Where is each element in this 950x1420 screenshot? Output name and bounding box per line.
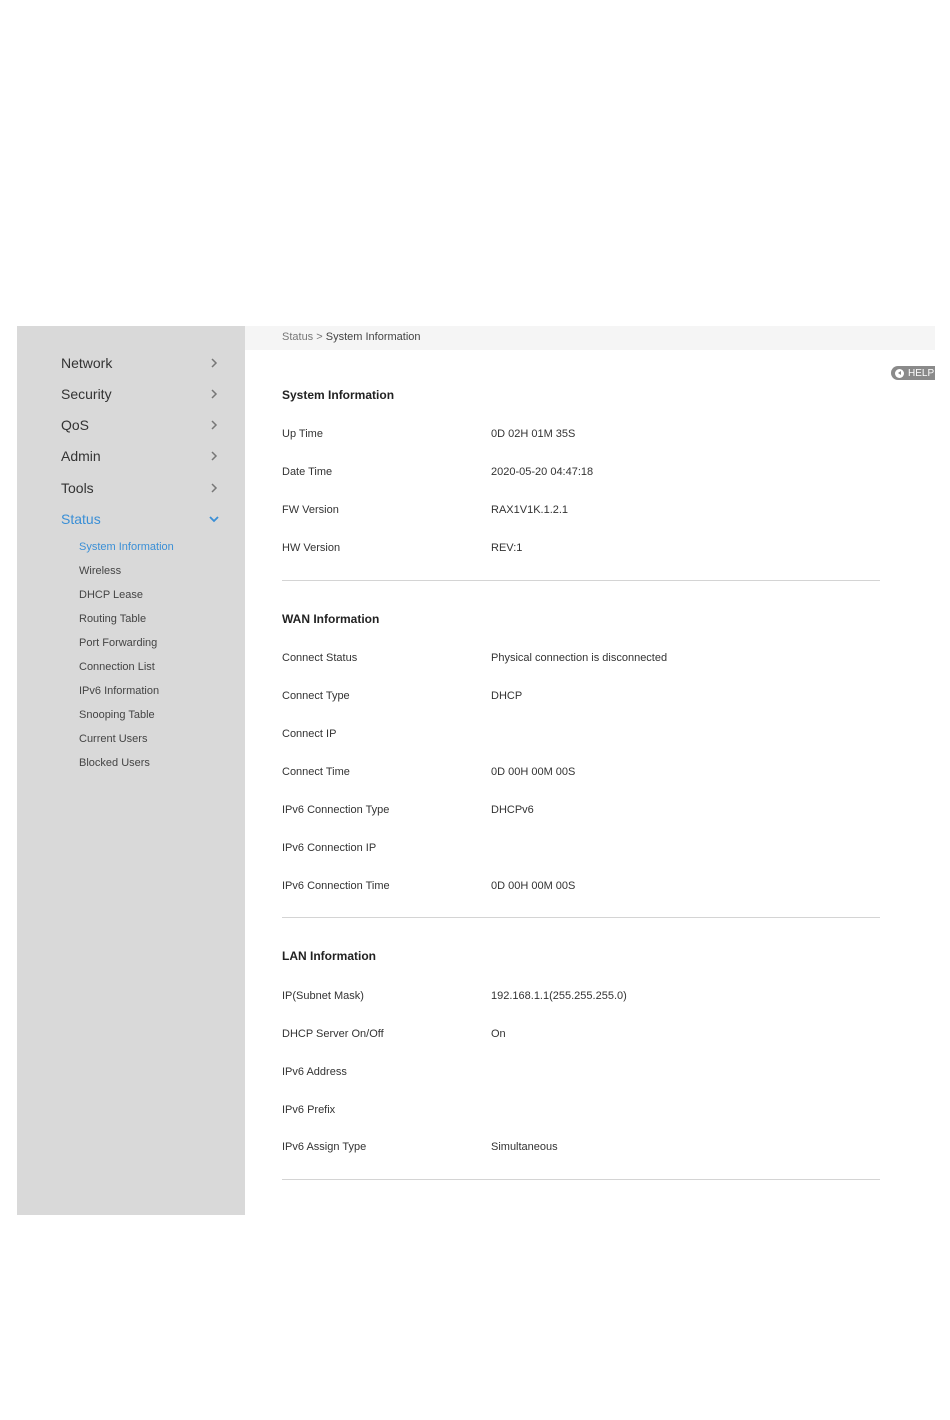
row-value: 0D 00H 00M 00S — [491, 880, 576, 892]
section-divider — [282, 1179, 880, 1180]
row-value: DHCP — [491, 690, 523, 702]
row-value: 2020-05-20 04:47:18 — [491, 466, 594, 478]
sidebar: Network Security QoS Admin Tools Status … — [17, 326, 245, 1215]
sub-ipv6-information[interactable]: IPv6 Information — [79, 683, 159, 699]
chevron-right-icon — [207, 387, 221, 401]
sub-connection-list[interactable]: Connection List — [79, 659, 155, 675]
sub-port-forwarding[interactable]: Port Forwarding — [79, 635, 157, 651]
nav-label: QoS — [61, 417, 90, 433]
row-label: Up Time — [282, 428, 323, 440]
sub-routing-table[interactable]: Routing Table — [79, 611, 146, 627]
breadcrumb-bar: Status > System Information — [245, 326, 935, 350]
sub-blocked-users[interactable]: Blocked Users — [79, 755, 150, 771]
breadcrumb-current: System Information — [325, 331, 421, 343]
nav-label: Network — [61, 355, 113, 371]
sub-dhcp-lease[interactable]: DHCP Lease — [79, 587, 143, 603]
row-value: 0D 00H 00M 00S — [491, 766, 576, 778]
row-label: Connect Type — [282, 690, 350, 702]
row-label: Date Time — [282, 466, 333, 478]
chevron-down-icon — [207, 512, 221, 526]
nav-label: Security — [61, 386, 112, 402]
row-value: Simultaneous — [491, 1141, 558, 1153]
nav-security[interactable]: Security — [61, 382, 221, 406]
sub-wireless[interactable]: Wireless — [79, 563, 121, 579]
row-value: DHCPv6 — [491, 804, 534, 816]
row-label: HW Version — [282, 542, 341, 554]
nav-label: Tools — [61, 480, 94, 496]
row-label: DHCP Server On/Off — [282, 1028, 384, 1040]
sub-system-information[interactable]: System Information — [79, 539, 174, 555]
row-value: REV:1 — [491, 542, 523, 554]
arrow-left-circle-icon — [895, 368, 904, 378]
section-title-wan: WAN Information — [282, 612, 380, 626]
nav-label: Status — [61, 511, 101, 527]
chevron-right-icon — [207, 418, 221, 432]
nav-label: Admin — [61, 448, 101, 464]
nav-tools[interactable]: Tools — [61, 476, 221, 500]
row-label: Connect Time — [282, 766, 350, 778]
row-label: Connect IP — [282, 728, 337, 740]
row-label: IPv6 Assign Type — [282, 1141, 367, 1153]
section-divider — [282, 917, 880, 918]
section-divider — [282, 580, 880, 581]
row-value: Physical connection is disconnected — [491, 652, 668, 664]
section-title-system: System Information — [282, 388, 395, 402]
row-label: IPv6 Connection Time — [282, 880, 390, 892]
chevron-right-icon — [207, 356, 221, 370]
row-label: IPv6 Prefix — [282, 1104, 336, 1116]
row-label: Connect Status — [282, 652, 358, 664]
row-label: IPv6 Connection IP — [282, 842, 377, 854]
row-value: RAX1V1K.1.2.1 — [491, 504, 569, 516]
main-content: Status > System Information HELP System … — [245, 326, 935, 1215]
row-label: IPv6 Address — [282, 1066, 347, 1078]
sub-snooping-table[interactable]: Snooping Table — [79, 707, 155, 723]
section-title-lan: LAN Information — [282, 949, 376, 963]
breadcrumb-separator: > — [316, 331, 323, 343]
chevron-right-icon — [207, 449, 221, 463]
breadcrumb-parent[interactable]: Status — [282, 331, 313, 343]
nav-network[interactable]: Network — [61, 351, 221, 375]
help-button[interactable]: HELP — [891, 366, 935, 380]
chevron-right-icon — [207, 481, 221, 495]
breadcrumb: Status > System Information — [282, 331, 421, 343]
router-admin-frame: Network Security QoS Admin Tools Status … — [17, 326, 935, 1215]
help-label: HELP — [908, 367, 935, 379]
sub-current-users[interactable]: Current Users — [79, 731, 147, 747]
row-label: IPv6 Connection Type — [282, 804, 390, 816]
nav-status[interactable]: Status — [61, 507, 221, 531]
row-label: FW Version — [282, 504, 339, 516]
row-value: 0D 02H 01M 35S — [491, 428, 576, 440]
nav-admin[interactable]: Admin — [61, 444, 221, 468]
row-label: IP(Subnet Mask) — [282, 990, 364, 1002]
nav-qos[interactable]: QoS — [61, 413, 221, 437]
row-value: On — [491, 1028, 506, 1040]
row-value: 192.168.1.1(255.255.255.0) — [491, 990, 627, 1002]
